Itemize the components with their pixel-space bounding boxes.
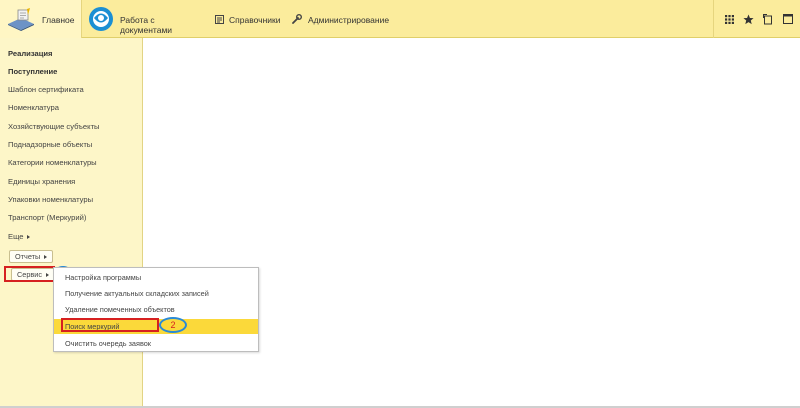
menu-item-clear-request-queue[interactable]: Очистить очередь заявок: [54, 336, 258, 351]
triangle-right-icon: [44, 254, 48, 259]
home-logo-icon: [6, 7, 36, 33]
sidebar-item-storage-units[interactable]: Единицы хранения: [8, 177, 75, 186]
section-documents[interactable]: Работа с документами: [82, 0, 202, 38]
menu-item-get-stock-records[interactable]: Получение актуальных складских записей: [54, 286, 258, 301]
sidebar-item-receipt[interactable]: Поступление: [8, 67, 57, 76]
sidebar-item-nomenclature[interactable]: Номенклатура: [8, 103, 59, 112]
sidebar-item-supervised-objects[interactable]: Поднадзорные объекты: [8, 140, 92, 149]
annotation-box-mercury-search: [61, 318, 159, 332]
annotation-marker-2: 2: [159, 317, 187, 333]
section-catalogs[interactable]: Справочники: [212, 0, 284, 38]
wrench-icon: [292, 14, 302, 26]
catalog-icon: [215, 15, 224, 26]
apps-grid-icon[interactable]: [721, 11, 737, 27]
section-administration-label: Администрирование: [308, 15, 390, 25]
toolbar-divider: [713, 0, 714, 38]
section-catalogs-label: Справочники: [229, 15, 281, 25]
history-icon[interactable]: [760, 11, 776, 27]
sidebar-panel: Реализация Поступление Шаблон сертификат…: [0, 38, 143, 408]
menu-item-delete-marked[interactable]: Удаление помеченных объектов: [54, 302, 258, 317]
top-section-bar: Главное Работа с документами Справочники: [0, 0, 800, 38]
main-content-area: [143, 38, 800, 408]
annotation-marker-2-label: 2: [170, 320, 176, 330]
sidebar-item-certificate-template[interactable]: Шаблон сертификата: [8, 85, 84, 94]
window-icon[interactable]: [780, 11, 796, 27]
section-administration[interactable]: Администрирование: [290, 0, 390, 38]
sidebar-item-transport[interactable]: Транспорт (Меркурий): [8, 213, 86, 222]
section-documents-label: Работа с документами: [120, 15, 173, 35]
star-icon[interactable]: [740, 11, 756, 27]
section-home[interactable]: Главное: [0, 0, 82, 38]
sidebar-item-business-entities[interactable]: Хозяйствующие субъекты: [8, 122, 100, 131]
documents-icon: [88, 6, 114, 34]
triangle-right-icon: [27, 235, 31, 239]
menu-item-program-settings[interactable]: Настройка программы: [54, 270, 258, 285]
sidebar-item-realization[interactable]: Реализация: [8, 49, 52, 58]
service-dropdown-menu: Настройка программы Получение актуальных…: [53, 267, 259, 352]
section-home-label: Главное: [42, 15, 75, 25]
reports-label: Отчеты: [15, 252, 41, 261]
reports-button[interactable]: Отчеты: [9, 250, 54, 263]
annotation-box-service: [4, 266, 55, 282]
more-link[interactable]: Еще: [8, 232, 31, 241]
more-label: Еще: [8, 232, 24, 241]
sidebar-item-nomenclature-categories[interactable]: Категории номенклатуры: [8, 158, 97, 167]
sidebar-item-nomenclature-packages[interactable]: Упаковки номенклатуры: [8, 195, 93, 204]
